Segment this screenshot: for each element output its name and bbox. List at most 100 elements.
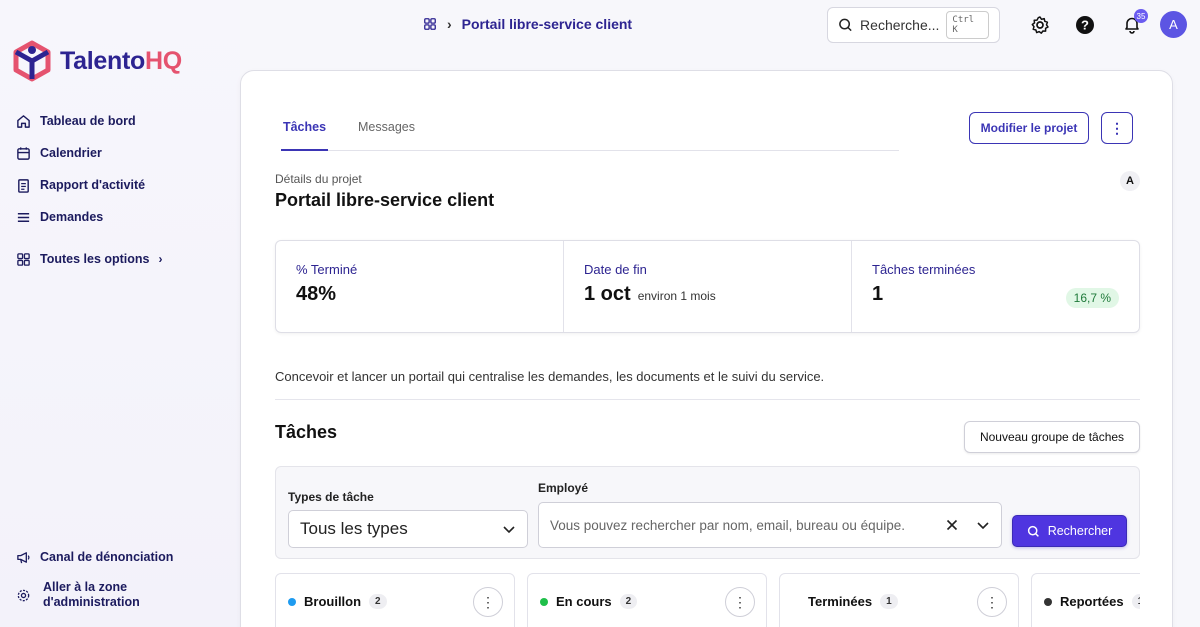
help-icon: ?: [1076, 16, 1094, 34]
status-dot: [792, 597, 800, 606]
stat-label: % Terminé: [296, 262, 358, 277]
column-menu-button[interactable]: ⋮: [725, 587, 755, 617]
new-task-group-button[interactable]: Nouveau groupe de tâches: [964, 421, 1140, 453]
stat-value: 48%: [296, 283, 337, 305]
sidebar-item-admin[interactable]: Aller à la zone d'administration: [16, 573, 173, 617]
column-completed: Terminées 1 ⋮: [779, 573, 1019, 627]
column-draft: Brouillon 2 ⋮: [275, 573, 515, 627]
calendar-icon: [17, 146, 30, 160]
column-menu-button[interactable]: ⋮: [473, 587, 503, 617]
sidebar-item-dashboard[interactable]: Tableau de bord: [16, 105, 145, 137]
task-filters: Types de tâche Tous les types Employé Vo…: [275, 466, 1140, 559]
global-search[interactable]: Recherche... Ctrl K: [827, 7, 1000, 43]
sidebar-item-label: Aller à la zone d'administration: [43, 580, 140, 609]
status-dot: [540, 597, 548, 606]
employee-search-input[interactable]: Vous pouvez rechercher par nom, email, b…: [538, 502, 1002, 548]
gear-icon: [1031, 16, 1049, 34]
sidebar-item-label: Canal de dénonciation: [40, 550, 174, 564]
clear-icon[interactable]: [946, 519, 958, 531]
column-title: Brouillon: [304, 594, 362, 609]
gear-icon: [17, 589, 30, 601]
breadcrumb: › Portail libre-service client: [423, 16, 632, 32]
more-options-button[interactable]: ⋮: [1101, 112, 1133, 144]
task-type-select[interactable]: Tous les types: [288, 510, 528, 548]
task-columns: Brouillon 2 ⋮ En cours 2 ⋮ Terminées 1 ⋮ Re…: [275, 573, 1140, 627]
project-tabs: Tâches Messages: [281, 109, 899, 151]
column-menu-button[interactable]: ⋮: [977, 587, 1007, 617]
stat-end-date: Date de fin 1 oct environ 1 mois: [564, 241, 852, 332]
column-title: Terminées: [808, 594, 873, 609]
report-icon: [18, 178, 29, 193]
grid-icon: [17, 252, 30, 266]
sidebar-item-requests[interactable]: Demandes: [16, 201, 145, 233]
project-stats: % Terminé 48% Date de fin 1 oct environ 1…: [275, 240, 1140, 333]
search-placeholder: Recherche...: [860, 17, 940, 33]
notification-badge: 35: [1134, 9, 1148, 23]
search-button-label: Rechercher: [1047, 524, 1113, 538]
project-title: Portail libre-service client: [275, 190, 495, 210]
project-card: Tâches Messages Modifier le projet ⋮ Dét…: [240, 70, 1173, 627]
percent-badge: 16,7 %: [1065, 288, 1119, 308]
sidebar-item-label: Tableau de bord: [40, 114, 136, 128]
all-options-link[interactable]: Toutes les options ›: [16, 243, 163, 275]
stat-label: Tâches terminées: [872, 262, 976, 277]
brand-name: TalentoHQ: [60, 46, 182, 75]
column-count: 2: [619, 594, 638, 609]
status-dot: [288, 597, 296, 606]
list-icon: [17, 212, 30, 222]
search-shortcut: Ctrl K: [946, 11, 989, 39]
employee-placeholder: Vous pouvez rechercher par nom, email, b…: [550, 517, 905, 533]
stat-percent-complete: % Terminé 48%: [276, 241, 564, 332]
chevron-down-icon[interactable]: [976, 518, 990, 532]
sidebar-item-whistleblowing[interactable]: Canal de dénonciation: [16, 541, 173, 573]
breadcrumb-current[interactable]: Portail libre-service client: [462, 16, 632, 32]
apps-grid-icon[interactable]: [423, 17, 437, 31]
stat-tasks-done: Tâches terminées 1 16,7 %: [852, 241, 1139, 332]
column-title: Reportées: [1060, 594, 1124, 609]
logo-icon: [13, 40, 51, 82]
sidebar-item-activity-report[interactable]: Rapport d'activité: [16, 169, 145, 201]
column-in-progress: En cours 2 ⋮: [527, 573, 767, 627]
search-icon: [1027, 525, 1039, 537]
divider: [275, 399, 1140, 400]
tasks-section-title: Tâches: [275, 422, 338, 442]
chevron-right-icon: ›: [158, 252, 163, 266]
tab-tasks[interactable]: Tâches: [281, 109, 328, 151]
project-details-label: Détails du projet: [275, 172, 362, 186]
megaphone-icon: [17, 551, 30, 563]
kebab-icon: ⋮: [985, 593, 999, 610]
task-type-value: Tous les types: [300, 519, 408, 538]
sidebar: TalentoHQ Tableau de bord Calendrier Rap…: [0, 0, 240, 627]
search-button[interactable]: Rechercher: [1012, 515, 1127, 547]
status-dot: [1044, 597, 1052, 606]
kebab-icon: ⋮: [733, 593, 747, 610]
edit-project-button[interactable]: Modifier le projet: [969, 112, 1089, 144]
settings-button[interactable]: [1029, 14, 1051, 36]
column-title: En cours: [556, 594, 612, 609]
chevron-down-icon: [503, 526, 515, 534]
sidebar-item-label: Calendrier: [40, 146, 102, 160]
column-count: 1: [880, 594, 898, 609]
help-button[interactable]: ?: [1074, 14, 1096, 36]
sidebar-nav: Tableau de bord Calendrier Rapport d'act…: [16, 105, 145, 233]
logo[interactable]: TalentoHQ: [12, 40, 182, 82]
owner-avatar[interactable]: A: [1120, 171, 1140, 191]
kebab-icon: ⋮: [1110, 119, 1124, 136]
svg-text:?: ?: [1081, 18, 1089, 33]
user-avatar[interactable]: A: [1160, 11, 1187, 38]
sidebar-item-label: Rapport d'activité: [40, 178, 146, 192]
stat-sub: environ 1 mois: [637, 289, 716, 303]
tab-messages[interactable]: Messages: [358, 109, 415, 151]
stat-value: 1 oct environ 1 mois: [584, 283, 716, 305]
stat-label: Date de fin: [584, 262, 647, 277]
employee-label: Employé: [538, 481, 589, 495]
task-type-label: Types de tâche: [288, 490, 374, 504]
kebab-icon: ⋮: [481, 593, 495, 610]
home-icon: [17, 114, 30, 128]
sidebar-item-label: Demandes: [40, 210, 104, 224]
sidebar-item-calendar[interactable]: Calendrier: [16, 137, 145, 169]
all-options-label: Toutes les options: [40, 252, 150, 266]
sidebar-bottom: Canal de dénonciation Aller à la zone d'…: [16, 541, 173, 617]
column-count: 2: [369, 594, 387, 609]
column-postponed: Reportées 1: [1031, 573, 1140, 627]
